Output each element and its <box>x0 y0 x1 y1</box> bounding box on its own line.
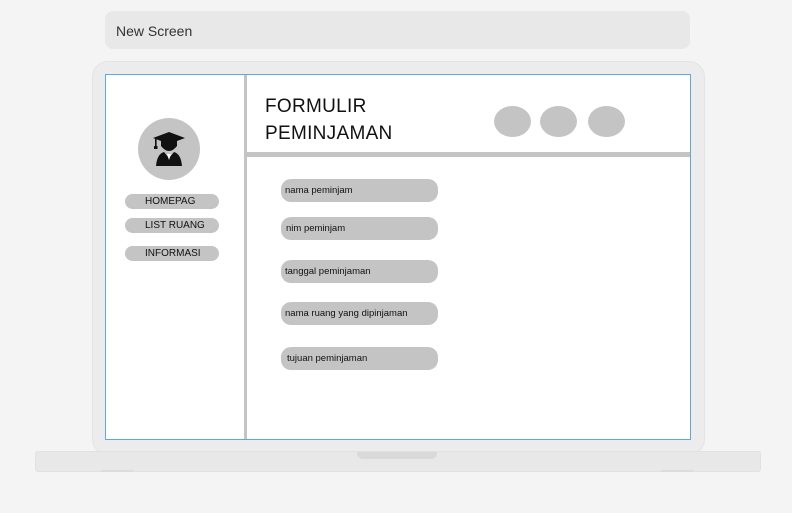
page-header: FORMULIR PEMINJAMAN <box>247 75 690 157</box>
window-tab-bar: New Screen <box>105 11 690 49</box>
laptop-base <box>35 451 761 472</box>
page-title: FORMULIR PEMINJAMAN <box>265 93 393 147</box>
header-button-3[interactable] <box>588 106 625 137</box>
sidebar-item-informasi[interactable]: INFORMASI <box>125 246 219 261</box>
header-button-1[interactable] <box>494 106 531 137</box>
graduate-icon <box>153 132 185 166</box>
sidebar-item-list-ruang[interactable]: LIST RUANG <box>125 218 219 233</box>
header-button-2[interactable] <box>540 106 577 137</box>
laptop-foot-right <box>661 470 693 472</box>
avatar[interactable] <box>138 118 200 180</box>
nim-peminjam-field[interactable]: nim peminjam <box>281 217 438 240</box>
page-title-line1: FORMULIR <box>265 96 367 117</box>
tab-title[interactable]: New Screen <box>116 23 192 39</box>
laptop-notch <box>357 452 437 459</box>
app-screen: HOMEPAG LIST RUANG INFORMASI FORMULIR PE… <box>105 74 691 440</box>
tanggal-peminjaman-field[interactable]: tanggal peminjaman <box>281 260 438 283</box>
page-title-line2: PEMINJAMAN <box>265 123 393 144</box>
tujuan-peminjaman-field[interactable]: tujuan peminjaman <box>281 347 438 370</box>
nama-peminjam-field[interactable]: nama peminjam <box>281 179 438 202</box>
sidebar: HOMEPAG LIST RUANG INFORMASI <box>106 75 247 439</box>
nama-ruang-field[interactable]: nama ruang yang dipinjaman <box>281 302 438 325</box>
sidebar-item-homepage[interactable]: HOMEPAG <box>125 194 219 209</box>
laptop-foot-left <box>101 470 133 472</box>
